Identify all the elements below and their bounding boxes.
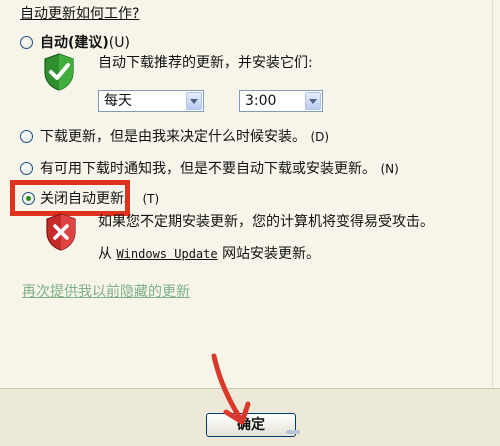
option-download-label[interactable]: 下载更新，但是由我来决定什么时候安装。 (D) bbox=[40, 126, 329, 146]
option-notify-text: 有可用下载时通知我，但是不要自动下载或安装更新。 bbox=[40, 161, 376, 177]
day-select-value: 每天 bbox=[104, 93, 132, 109]
section-heading: 自动更新如何工作? bbox=[20, 6, 140, 22]
option-download-text: 下载更新，但是由我来决定什么时候安装。 bbox=[40, 129, 306, 145]
radio-download[interactable] bbox=[20, 130, 33, 143]
radio-notify[interactable] bbox=[20, 162, 33, 175]
option-notify-shortcut: (N) bbox=[380, 162, 399, 176]
chevron-down-icon[interactable] bbox=[305, 92, 321, 110]
windows-update-line: 从 Windows Update 网站安装更新。 bbox=[98, 243, 320, 263]
time-select-value: 3:00 bbox=[245, 93, 277, 109]
shield-x-icon bbox=[46, 213, 76, 251]
option-auto-shortcut: (U) bbox=[108, 35, 130, 51]
day-select[interactable]: 每天 bbox=[98, 90, 204, 112]
option-download-shortcut: (D) bbox=[310, 130, 330, 144]
radio-auto[interactable] bbox=[20, 36, 33, 49]
red-arrow-annotation bbox=[211, 353, 251, 425]
option-off-warning: 如果您不定期安装更新，您的计算机将变得易受攻击。 bbox=[98, 214, 434, 230]
divider bbox=[492, 0, 493, 388]
warning-site: 网站安装更新。 bbox=[222, 246, 321, 262]
time-select[interactable]: 3:00 bbox=[239, 90, 323, 112]
option-auto-label[interactable]: 自动(建议)(U) bbox=[40, 32, 130, 52]
option-notify-label[interactable]: 有可用下载时通知我，但是不要自动下载或安装更新。 (N) bbox=[40, 158, 399, 178]
warning-from: 从 bbox=[98, 246, 112, 262]
hidden-updates-link[interactable]: 再次提供我以前隐藏的更新 bbox=[22, 281, 190, 301]
chevron-down-icon[interactable] bbox=[186, 92, 202, 110]
cursor-smudge bbox=[286, 430, 300, 434]
shield-check-icon bbox=[44, 53, 74, 91]
option-auto-text: 自动(建议) bbox=[40, 35, 109, 51]
option-auto-description: 自动下载推荐的更新，并安装它们: bbox=[98, 55, 313, 71]
windows-update-link[interactable]: Windows Update bbox=[116, 247, 217, 261]
option-off-shortcut: (T) bbox=[142, 192, 160, 206]
